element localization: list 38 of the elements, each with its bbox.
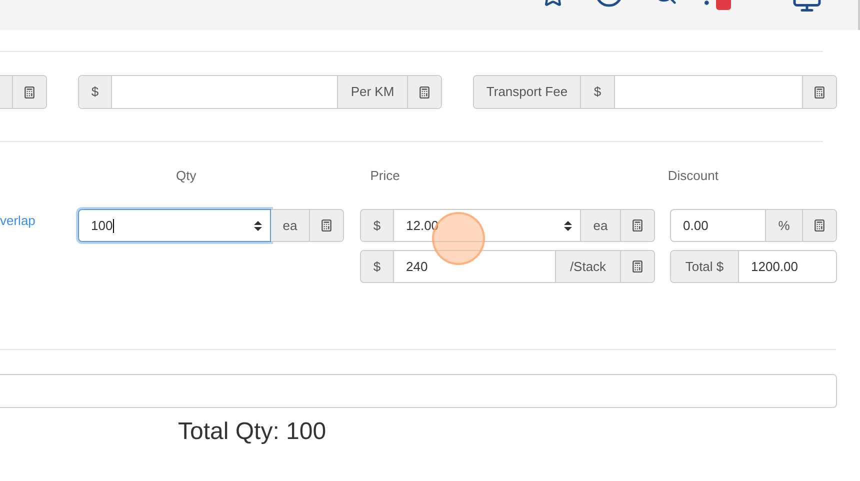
input-addon [0, 76, 12, 108]
calculator-button[interactable] [620, 251, 654, 282]
calculator-button[interactable] [407, 76, 441, 108]
calculator-icon [813, 219, 826, 232]
stack-price-field[interactable]: 240 [394, 251, 555, 282]
unit-label: /Stack [555, 251, 620, 282]
calculator-button[interactable] [802, 76, 836, 108]
calculator-button[interactable] [620, 210, 654, 241]
currency-label: $ [581, 76, 615, 108]
column-header: Qty [176, 167, 196, 184]
text-field[interactable] [0, 374, 837, 408]
unit-label: ea [271, 209, 309, 242]
currency-label: $ [361, 210, 394, 241]
calculator-button[interactable] [309, 210, 343, 241]
column-header: Price [370, 167, 400, 184]
total-qty-text: Total Qty: 100 [178, 418, 326, 445]
total-field[interactable]: 1200.00 [739, 251, 836, 282]
percent-label: % [765, 210, 802, 241]
currency-label: $ [361, 251, 394, 282]
calculator-icon [418, 86, 431, 98]
calculator-icon [813, 86, 826, 98]
qty-field[interactable]: 100 [78, 209, 271, 242]
transport-fee-label: Transport Fee [474, 76, 581, 108]
qty-value: 100 [91, 216, 115, 235]
calculator-icon [631, 260, 644, 273]
spinner-icon[interactable] [254, 220, 262, 230]
calculator-button[interactable] [802, 210, 836, 241]
calculator-button[interactable] [12, 76, 46, 108]
calculator-icon [320, 219, 333, 232]
column-header: Discount [668, 167, 718, 184]
calculator-icon [631, 219, 644, 232]
total-label: Total $ [671, 251, 739, 282]
discount-field[interactable]: 0.00 [671, 210, 765, 241]
calculator-icon [23, 86, 36, 98]
per-km-label: Per KM [337, 76, 407, 108]
spinner-icon[interactable] [564, 220, 572, 230]
currency-label: $ [79, 76, 112, 108]
unit-label: ea [580, 210, 620, 241]
